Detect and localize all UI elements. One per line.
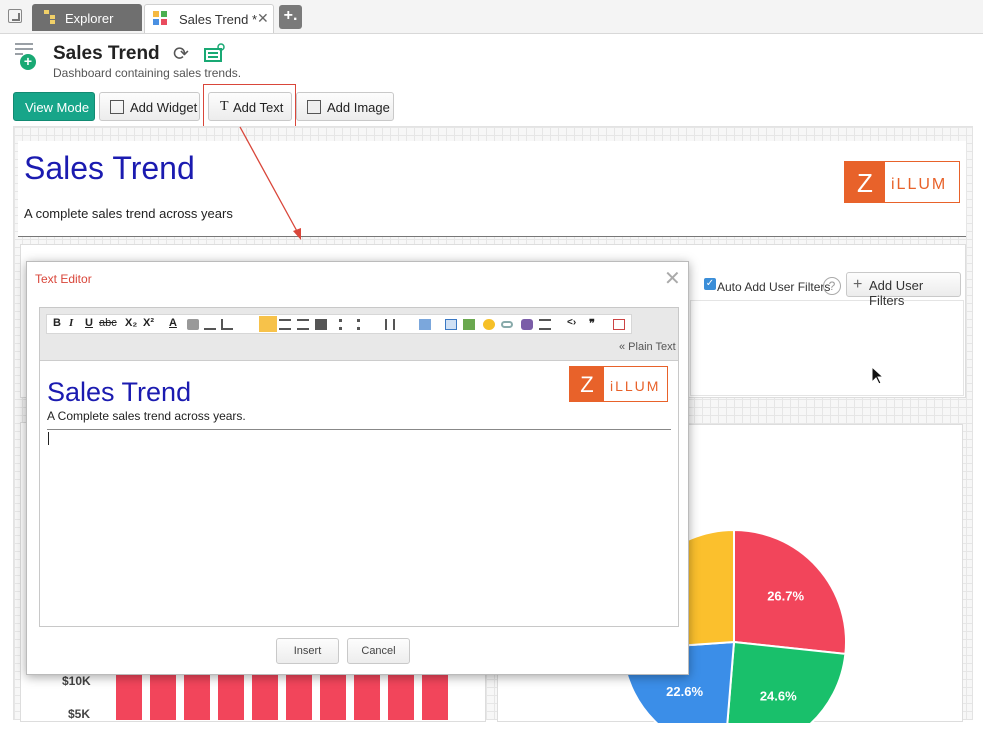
rich-text-editor[interactable]: B I U abc X₂ X² A <› ❞ « Plain Text Sale… [39,307,679,627]
bold-icon[interactable]: B [53,317,61,332]
editor-zillum-logo: Z iLLUM [569,366,668,402]
align-center-icon[interactable] [279,319,291,330]
italic-icon[interactable]: I [69,317,73,332]
underline-icon[interactable]: U [85,317,93,332]
font-family-icon[interactable] [204,319,216,330]
logo-text: iLLUM [610,378,661,394]
source-code-icon[interactable]: <› [567,317,576,332]
editor-divider [47,429,671,430]
emoji-icon[interactable] [483,319,495,330]
plain-text-link[interactable]: « Plain Text [619,341,676,353]
link-icon[interactable] [501,321,513,328]
special-character-icon[interactable] [521,319,533,330]
font-color-icon[interactable]: A [169,317,177,332]
formatting-tools: B I U abc X₂ X² A <› ❞ [46,314,632,334]
dialog-title: Text Editor [35,272,92,286]
text-editor-dialog: Text Editor ✕ B I U abc X₂ X² A <› ❞ « P… [26,261,689,675]
bullet-list-icon[interactable] [339,319,351,330]
justify-icon[interactable] [315,319,327,330]
superscript-icon[interactable]: X² [143,317,154,332]
table-icon[interactable] [445,319,457,330]
font-size-icon[interactable] [221,319,233,330]
highlight-color-icon[interactable] [187,319,199,330]
blockquote-icon[interactable]: ❞ [589,317,595,332]
subscript-icon[interactable]: X₂ [125,317,137,332]
clear-format-icon[interactable] [419,319,431,330]
outdent-icon[interactable] [375,319,387,330]
align-right-icon[interactable] [297,319,309,330]
editor-content-subtitle: A Complete sales trend across years. [47,409,246,423]
cancel-button[interactable]: Cancel [347,638,410,664]
insert-image-icon[interactable] [463,319,475,330]
editor-content-title: Sales Trend [47,377,192,407]
align-left-icon[interactable] [259,316,277,332]
strikethrough-icon[interactable]: abc [99,317,117,332]
mouse-cursor-icon [871,366,885,385]
insert-button[interactable]: Insert [276,638,339,664]
horizontal-rule-icon[interactable] [539,319,551,330]
text-caret [48,432,49,445]
indent-icon[interactable] [393,319,405,330]
logo-letter: Z [570,367,604,401]
close-icon[interactable]: ✕ [664,266,681,291]
html-mode-icon[interactable] [613,319,625,330]
numbered-list-icon[interactable] [357,319,369,330]
editor-toolbar: B I U abc X₂ X² A <› ❞ « Plain Text [40,308,678,361]
